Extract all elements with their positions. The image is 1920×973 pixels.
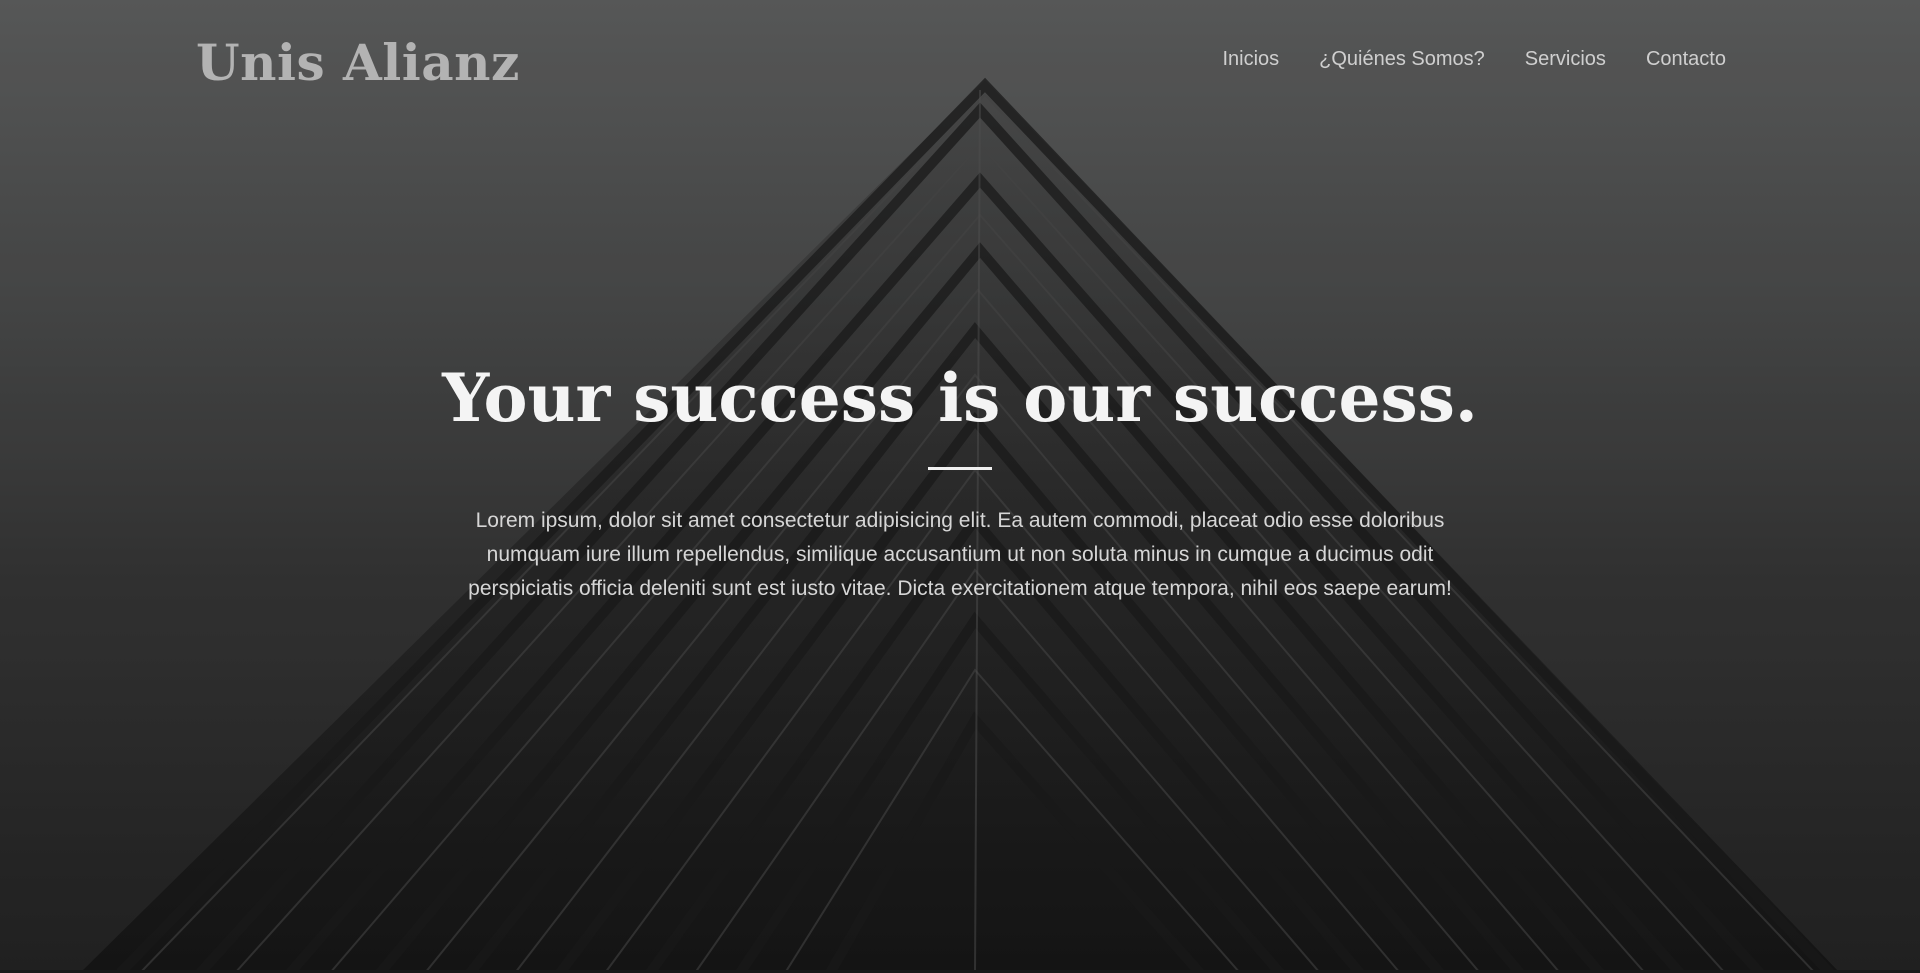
hero-section: Unis Alianz Inicios ¿Quiénes Somos? Serv… [0,0,1920,973]
brand-logo[interactable]: Unis Alianz [196,30,520,96]
main-navigation: Inicios ¿Quiénes Somos? Servicios Contac… [1222,48,1726,71]
nav-link-servicios[interactable]: Servicios [1525,48,1606,71]
hero-headline: Your success is our success. [442,359,1478,437]
headline-divider [928,467,992,470]
nav-link-contacto[interactable]: Contacto [1646,48,1726,71]
hero-content: Your success is our success. Lorem ipsum… [0,355,1920,606]
hero-paragraph: Lorem ipsum, dolor sit amet consectetur … [468,509,1452,600]
site-header: Unis Alianz Inicios ¿Quiénes Somos? Serv… [196,30,1726,100]
nav-link-inicios[interactable]: Inicios [1222,48,1279,71]
nav-link-quienes-somos[interactable]: ¿Quiénes Somos? [1319,48,1485,71]
